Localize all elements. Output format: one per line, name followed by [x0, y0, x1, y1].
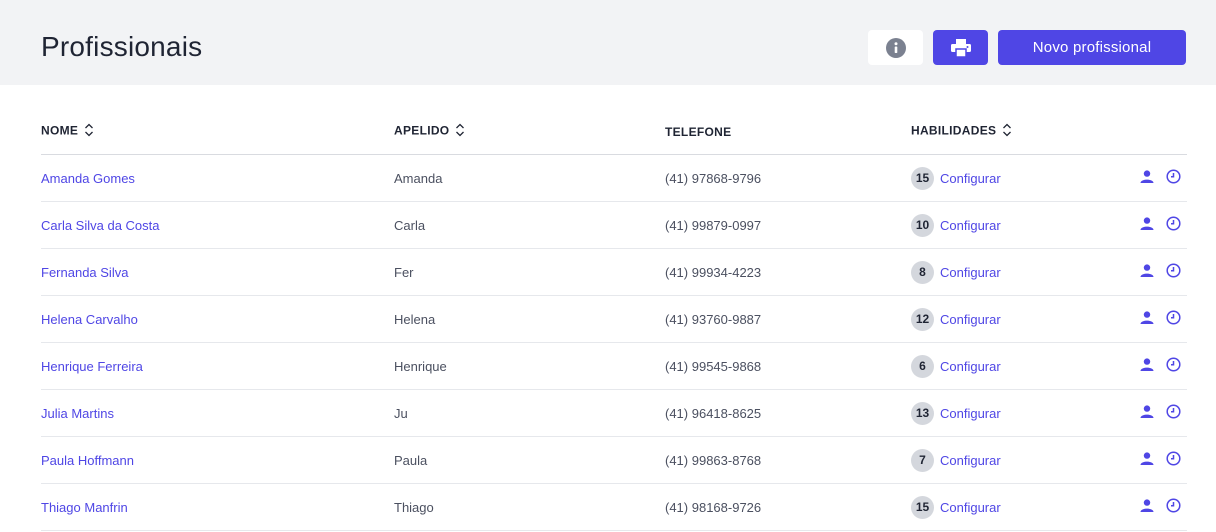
phone-cell: (41) 99545-9868: [665, 342, 911, 390]
skills-count-badge: 7: [911, 448, 934, 472]
professional-name-link[interactable]: Julia Martins: [41, 389, 394, 437]
clock-icon[interactable]: [1166, 357, 1181, 375]
clock-icon[interactable]: [1166, 263, 1181, 281]
configure-skills-link[interactable]: Configurar: [940, 265, 1001, 280]
row-actions: [1107, 342, 1187, 390]
new-professional-button[interactable]: Novo profissional: [998, 30, 1186, 65]
professionals-table: NOME APELIDO TELEFONE HABILIDADES Amanda…: [41, 109, 1187, 531]
info-button[interactable]: [868, 30, 923, 65]
table-row: Henrique Ferreira Henrique (41) 99545-9868…: [41, 342, 1187, 390]
nickname-cell: Ju: [394, 389, 665, 437]
table-row: Thiago Manfrin Thiago (41) 98168-9726 15 Con…: [41, 483, 1187, 531]
column-name-header[interactable]: NOME: [41, 109, 394, 155]
phone-cell: (41) 93760-9887: [665, 295, 911, 343]
row-actions: [1107, 248, 1187, 296]
skills-cell: 15 Configurar: [911, 154, 1107, 202]
nickname-cell: Helena: [394, 295, 665, 343]
clock-icon[interactable]: [1166, 404, 1181, 422]
row-actions: [1107, 389, 1187, 437]
page-title: Profissionais: [41, 31, 203, 62]
header-actions: Novo profissional: [868, 30, 1186, 65]
skills-count-badge: 15: [911, 495, 934, 519]
user-icon[interactable]: [1140, 170, 1154, 186]
printer-icon: [950, 38, 971, 57]
page-header: Profissionais Novo profissional: [0, 0, 1216, 85]
skills-cell: 15 Configurar: [911, 483, 1107, 531]
phone-cell: (41) 99863-8768: [665, 436, 911, 484]
table-row: Paula Hoffmann Paula (41) 99863-8768 7 Confi…: [41, 436, 1187, 484]
sort-icon[interactable]: [455, 123, 465, 140]
configure-skills-link[interactable]: Configurar: [940, 359, 1001, 374]
skills-cell: 8 Configurar: [911, 248, 1107, 296]
phone-cell: (41) 96418-8625: [665, 389, 911, 437]
skills-count-badge: 12: [911, 307, 934, 331]
skills-count-badge: 8: [911, 260, 934, 284]
nickname-cell: Thiago: [394, 483, 665, 531]
print-button[interactable]: [933, 30, 988, 65]
column-phone-header: TELEFONE: [665, 109, 911, 155]
clock-icon[interactable]: [1166, 216, 1181, 234]
skills-count-badge: 13: [911, 401, 934, 425]
row-actions: [1107, 154, 1187, 202]
configure-skills-link[interactable]: Configurar: [940, 312, 1001, 327]
nickname-cell: Amanda: [394, 154, 665, 202]
skills-count-badge: 6: [911, 354, 934, 378]
configure-skills-link[interactable]: Configurar: [940, 406, 1001, 421]
nickname-cell: Fer: [394, 248, 665, 296]
skills-count-badge: 15: [911, 166, 934, 190]
table-row: Helena Carvalho Helena (41) 93760-9887 12 Co…: [41, 295, 1187, 343]
nickname-cell: Henrique: [394, 342, 665, 390]
skills-cell: 6 Configurar: [911, 342, 1107, 390]
clock-icon[interactable]: [1166, 169, 1181, 187]
clock-icon[interactable]: [1166, 310, 1181, 328]
info-circle-icon: [885, 37, 906, 58]
nickname-cell: Paula: [394, 436, 665, 484]
table-row: Julia Martins Ju (41) 96418-8625 13 Configur…: [41, 389, 1187, 437]
configure-skills-link[interactable]: Configurar: [940, 453, 1001, 468]
skills-cell: 7 Configurar: [911, 436, 1107, 484]
professional-name-link[interactable]: Henrique Ferreira: [41, 342, 394, 390]
user-icon[interactable]: [1140, 264, 1154, 280]
row-actions: [1107, 295, 1187, 343]
professional-name-link[interactable]: Thiago Manfrin: [41, 483, 394, 531]
phone-cell: (41) 98168-9726: [665, 483, 911, 531]
clock-icon[interactable]: [1166, 451, 1181, 469]
row-actions: [1107, 436, 1187, 484]
table-row: Carla Silva da Costa Carla (41) 99879-0997…: [41, 201, 1187, 249]
phone-cell: (41) 99879-0997: [665, 201, 911, 249]
column-nickname-header[interactable]: APELIDO: [394, 109, 665, 155]
professional-name-link[interactable]: Paula Hoffmann: [41, 436, 394, 484]
user-icon[interactable]: [1140, 217, 1154, 233]
skills-count-badge: 10: [911, 213, 934, 237]
skills-cell: 12 Configurar: [911, 295, 1107, 343]
skills-cell: 13 Configurar: [911, 389, 1107, 437]
configure-skills-link[interactable]: Configurar: [940, 218, 1001, 233]
user-icon[interactable]: [1140, 452, 1154, 468]
table-row: Fernanda Silva Fer (41) 99934-4223 8 Configu…: [41, 248, 1187, 296]
user-icon[interactable]: [1140, 499, 1154, 515]
user-icon[interactable]: [1140, 311, 1154, 327]
nickname-cell: Carla: [394, 201, 665, 249]
skills-cell: 10 Configurar: [911, 201, 1107, 249]
user-icon[interactable]: [1140, 358, 1154, 374]
professional-name-link[interactable]: Carla Silva da Costa: [41, 201, 394, 249]
professional-name-link[interactable]: Amanda Gomes: [41, 154, 394, 202]
user-icon[interactable]: [1140, 405, 1154, 421]
configure-skills-link[interactable]: Configurar: [940, 171, 1001, 186]
row-actions: [1107, 201, 1187, 249]
phone-cell: (41) 99934-4223: [665, 248, 911, 296]
table-header-row: NOME APELIDO TELEFONE HABILIDADES: [41, 109, 1187, 155]
phone-cell: (41) 97868-9796: [665, 154, 911, 202]
professional-name-link[interactable]: Fernanda Silva: [41, 248, 394, 296]
professional-name-link[interactable]: Helena Carvalho: [41, 295, 394, 343]
column-skills-header[interactable]: HABILIDADES: [911, 109, 1187, 155]
sort-icon[interactable]: [1002, 123, 1012, 140]
row-actions: [1107, 483, 1187, 531]
clock-icon[interactable]: [1166, 498, 1181, 516]
sort-icon[interactable]: [84, 123, 94, 140]
configure-skills-link[interactable]: Configurar: [940, 500, 1001, 515]
table-row: Amanda Gomes Amanda (41) 97868-9796 15 Confi…: [41, 154, 1187, 202]
